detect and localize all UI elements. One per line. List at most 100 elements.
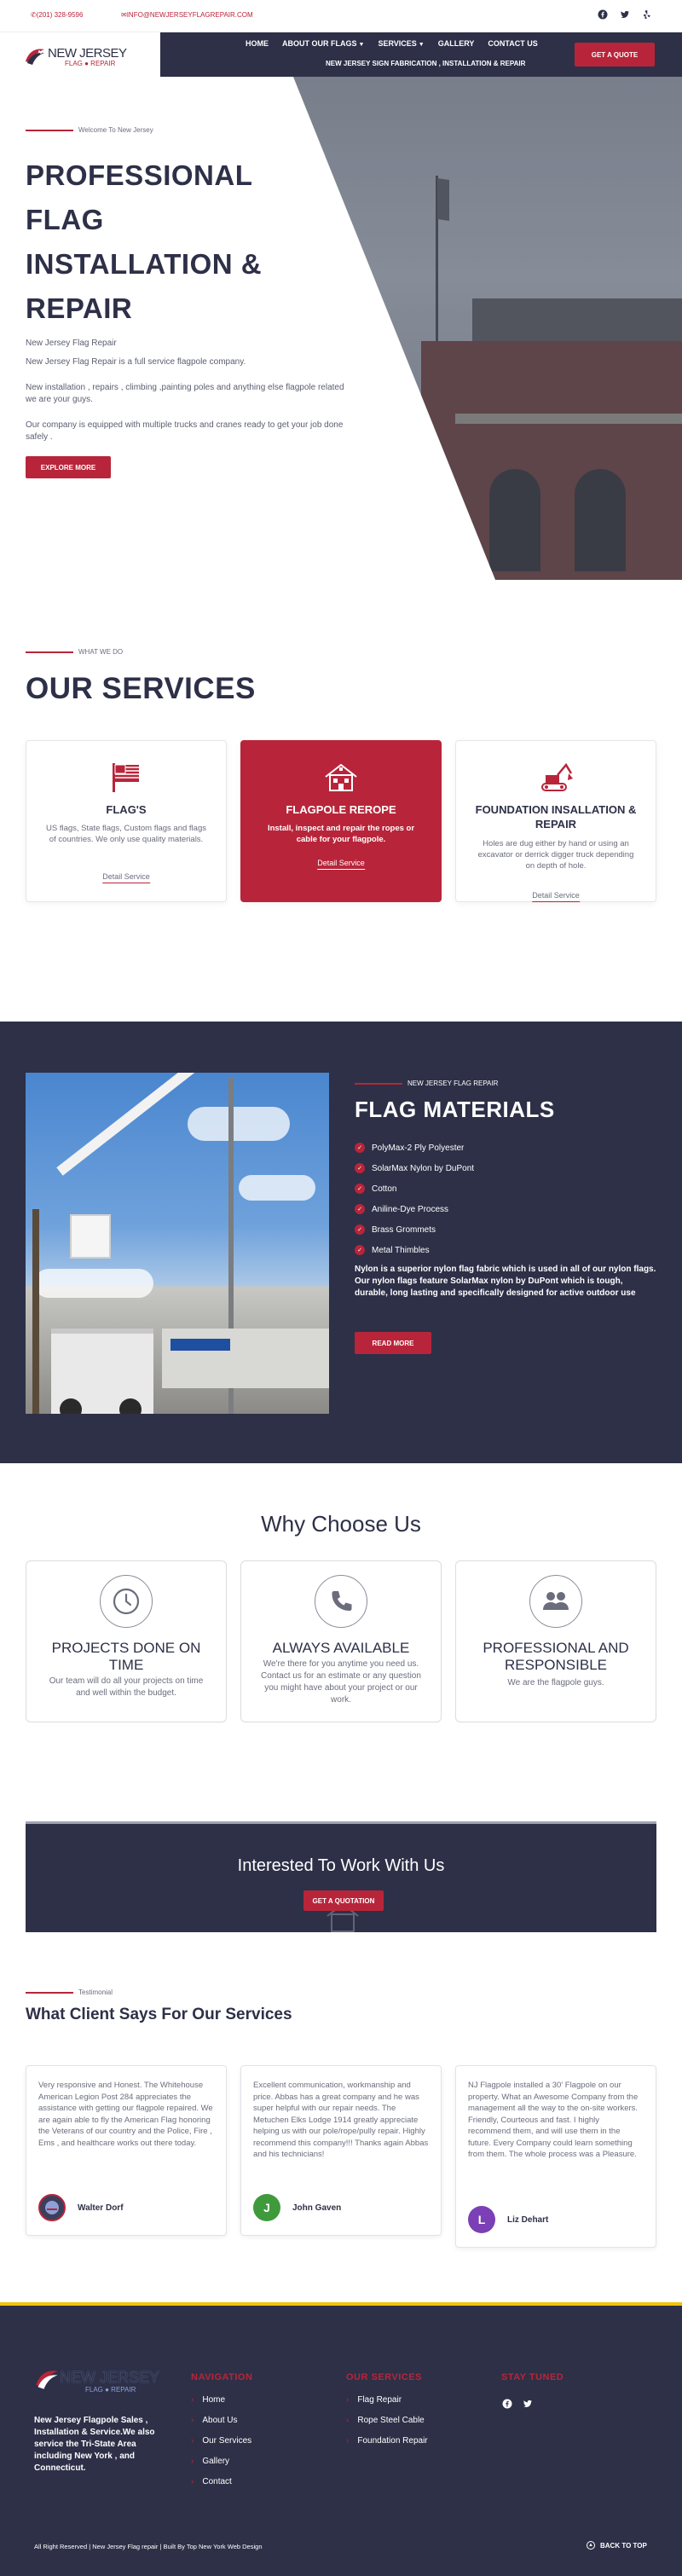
yelp-icon[interactable] (641, 9, 653, 20)
list-item: ✓ Metal Thimbles (355, 1240, 474, 1260)
footer-link-label: Rope Steel Cable (357, 2415, 425, 2425)
nav-about-label: ABOUT OUR FLAGS (282, 39, 357, 48)
explore-more-button[interactable]: EXPLORE MORE (26, 456, 111, 478)
hero-paragraph-1: New Jersey Flag Repair (26, 339, 117, 348)
building-icon (325, 763, 357, 791)
service-card-foundation[interactable]: FOUNDATION INSALLATION & REPAIR Holes ar… (455, 740, 656, 902)
phone-icon: ✆ (31, 11, 37, 19)
team-icon (529, 1575, 582, 1628)
testimonial-quote: Very responsive and Honest. The Whitehou… (38, 2081, 213, 2148)
detail-service-link[interactable]: Detail Service (102, 872, 150, 883)
mail-icon: ✉ (121, 11, 127, 19)
testimonial-eyebrow: Testimonial (26, 1988, 113, 1996)
footer-link-contact[interactable]: › Contact (191, 2471, 251, 2492)
why-card-desc: We're there for you anytime you need us.… (261, 1659, 421, 1705)
list-item-label: Metal Thimbles (372, 1245, 430, 1255)
get-quote-button[interactable]: GET A QUOTE (575, 43, 655, 67)
divider (26, 1991, 73, 1994)
hero-paragraph-3: New installation , repairs , climbing ,p… (26, 383, 344, 404)
check-icon: ✓ (355, 1245, 365, 1255)
footer-link-label: Flag Repair (357, 2394, 402, 2405)
phone-icon (315, 1575, 367, 1628)
footer-link-label: Gallery (202, 2456, 230, 2466)
get-quotation-button[interactable]: GET A QUOTATION (303, 1890, 384, 1911)
phone-number: (201) 328-9596 (36, 11, 84, 19)
footer-link-label: Foundation Repair (357, 2435, 428, 2446)
hero-title: PROFESSIONAL FLAG INSTALLATION & REPAIR (26, 159, 263, 324)
services-eyebrow: WHAT WE DO (26, 648, 123, 656)
testimonial-quote: NJ Flagpole installed a 30' Flagpole on … (468, 2081, 639, 2159)
materials-description: Nylon is a superior nylon flag fabric wh… (355, 1265, 656, 1298)
footer-link-about[interactable]: › About Us (191, 2410, 251, 2430)
service-card-flagpole-rerope[interactable]: FLAGPOLE REROPE Install, inspect and rep… (240, 740, 442, 902)
check-icon: ✓ (355, 1204, 365, 1214)
service-card-flags[interactable]: FLAG'S US flags, State flags, Custom fla… (26, 740, 227, 902)
services-eyebrow-text: WHAT WE DO (78, 648, 124, 656)
chevron-right-icon: › (191, 2476, 194, 2486)
footer-about: New Jersey Flagpole Sales , Installation… (34, 2416, 155, 2473)
logo-name: NEW JERSEY (48, 46, 127, 61)
materials-eyebrow-text: NEW JERSEY FLAG REPAIR (407, 1080, 499, 1087)
site-logo[interactable]: NEW JERSEY FLAG ● REPAIR (24, 43, 169, 70)
footer-nav-list: › Home › About Us › Our Services › Gallery ›… (191, 2389, 251, 2492)
list-item: ✓ PolyMax-2 Ply Polyester (355, 1137, 474, 1158)
why-card-desc: We are the flagpole guys. (507, 1678, 604, 1687)
footer-logo-sub: FLAG ● REPAIR (85, 2386, 136, 2394)
nav-contact-us[interactable]: CONTACT US (488, 39, 537, 48)
footer-link-flag-repair[interactable]: › Flag Repair (346, 2389, 428, 2410)
footer-link-foundation-repair[interactable]: › Foundation Repair (346, 2430, 428, 2451)
nav-services[interactable]: SERVICES ▼ (378, 39, 424, 48)
nav-about-our-flags[interactable]: ABOUT OUR FLAGS ▼ (282, 39, 364, 48)
read-more-button[interactable]: READ MORE (355, 1332, 431, 1354)
author-name: Walter Dorf (78, 2203, 124, 2213)
divider (26, 129, 73, 131)
main-nav: HOME ABOUT OUR FLAGS ▼ SERVICES ▼ GALLERY … (246, 39, 538, 48)
nav-gallery[interactable]: GALLERY (438, 39, 475, 48)
service-card-title: FOUNDATION INSALLATION & REPAIR (475, 803, 637, 831)
author-name: Liz Dehart (507, 2214, 549, 2225)
nav-home[interactable]: HOME (246, 39, 269, 48)
detail-service-link[interactable]: Detail Service (317, 859, 365, 870)
service-card-desc: Install, inspect and repair the ropes or… (267, 824, 415, 844)
hero-eyebrow: Welcome To New Jersey (26, 126, 153, 134)
excavator-icon (541, 762, 573, 791)
twitter-icon[interactable] (619, 9, 631, 20)
bucket-truck-photo (26, 1073, 329, 1414)
chevron-right-icon: › (191, 2435, 194, 2446)
facebook-icon[interactable] (501, 2398, 513, 2410)
list-item: ✓ SolarMax Nylon by DuPont (355, 1158, 474, 1178)
nav-sign-fabrication[interactable]: NEW JERSEY SIGN FABRICATION , INSTALLATI… (326, 60, 525, 67)
nav-services-label: SERVICES (378, 39, 417, 48)
author-name: John Gaven (292, 2203, 342, 2213)
footer: NEW JERSEY FLAG ● REPAIR New Jersey Flag… (0, 2302, 682, 2576)
footer-logo[interactable]: NEW JERSEY FLAG ● REPAIR (34, 2365, 179, 2394)
arrow-up-icon: ▲ (587, 2541, 595, 2550)
email-link[interactable]: ✉INFO@NEWJERSEYFLAGREPAIR.COM (121, 11, 253, 19)
footer-services-list: › Flag Repair › Rope Steel Cable › Foundati… (346, 2389, 428, 2451)
detail-service-link[interactable]: Detail Service (532, 891, 580, 902)
footer-link-rope-steel-cable[interactable]: › Rope Steel Cable (346, 2410, 428, 2430)
avatar: L (468, 2206, 495, 2233)
twitter-icon[interactable] (522, 2398, 534, 2410)
facebook-icon[interactable] (597, 9, 609, 20)
footer-link-home[interactable]: › Home (191, 2389, 251, 2410)
divider (26, 651, 73, 653)
logo-flag-icon (36, 2370, 58, 2389)
services-title: OUR SERVICES (26, 672, 256, 705)
back-to-top-button[interactable]: ▲ BACK TO TOP (587, 2541, 647, 2550)
footer-link-label: Contact (202, 2476, 232, 2486)
chevron-right-icon: › (191, 2456, 194, 2466)
footer-link-services[interactable]: › Our Services (191, 2430, 251, 2451)
footer-link-label: About Us (202, 2415, 238, 2425)
back-to-top-label: BACK TO TOP (600, 2541, 647, 2550)
service-card-title: FLAG'S (106, 803, 147, 816)
list-item-label: SolarMax Nylon by DuPont (372, 1163, 475, 1173)
logo-sub: FLAG ● REPAIR (65, 60, 116, 67)
email-address: INFO@NEWJERSEYFLAGREPAIR.COM (126, 11, 253, 19)
phone-link[interactable]: ✆(201) 328-9596 (31, 11, 83, 19)
avatar (38, 2194, 66, 2221)
check-icon: ✓ (355, 1184, 365, 1194)
footer-link-gallery[interactable]: › Gallery (191, 2451, 251, 2471)
top-bar: ✆(201) 328-9596 ✉INFO@NEWJERSEYFLAGREPAI… (0, 0, 682, 32)
list-item: ✓ Aniline-Dye Process (355, 1199, 474, 1219)
